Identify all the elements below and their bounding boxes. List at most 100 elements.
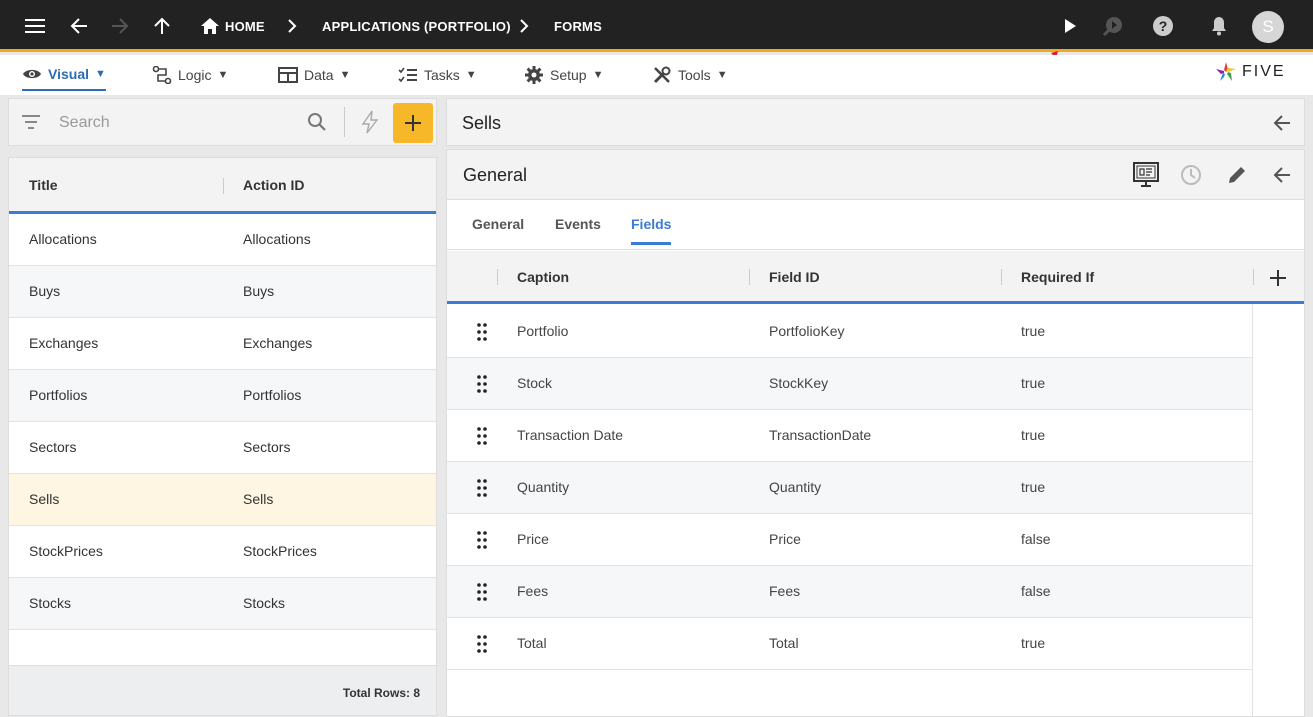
tab-events[interactable]: Events bbox=[555, 216, 601, 232]
menu-tasks[interactable]: Tasks ▼ bbox=[398, 61, 477, 89]
tab-general[interactable]: General bbox=[472, 216, 524, 232]
field-required-if: true bbox=[1021, 635, 1046, 651]
field-required-if: true bbox=[1021, 479, 1046, 495]
column-header-field-id[interactable]: Field ID bbox=[769, 269, 820, 285]
add-field-plus-icon[interactable] bbox=[1270, 270, 1286, 286]
tab-fields[interactable]: Fields bbox=[631, 216, 672, 245]
caret-down-icon: ▼ bbox=[592, 69, 604, 81]
row-action-id: Portfolios bbox=[243, 387, 302, 403]
debug-icon[interactable] bbox=[1101, 14, 1125, 38]
field-required-if: true bbox=[1021, 375, 1046, 391]
drag-handle-icon[interactable] bbox=[477, 479, 487, 497]
field-caption: Price bbox=[517, 531, 549, 547]
list-row[interactable]: Stocks Stocks bbox=[9, 578, 436, 630]
row-title: Buys bbox=[29, 283, 61, 299]
lightning-icon[interactable] bbox=[360, 110, 380, 134]
field-id: Fees bbox=[769, 583, 801, 599]
row-title: Portfolios bbox=[29, 387, 88, 403]
field-required-if: true bbox=[1021, 323, 1046, 339]
menu-tools[interactable]: Tools ▼ bbox=[652, 61, 728, 89]
list-header: Title Action ID bbox=[9, 158, 436, 214]
breadcrumb-forms[interactable]: FORMS bbox=[554, 19, 602, 34]
history-clock-icon[interactable] bbox=[1180, 164, 1202, 186]
notifications-bell-icon[interactable] bbox=[1207, 14, 1231, 38]
user-avatar[interactable]: S bbox=[1252, 11, 1284, 43]
list-row[interactable]: Allocations Allocations bbox=[9, 214, 436, 266]
column-header-caption[interactable]: Caption bbox=[517, 269, 569, 285]
drag-handle-icon[interactable] bbox=[477, 583, 487, 601]
search-bar bbox=[8, 98, 437, 146]
field-row[interactable]: Quantity Quantity true bbox=[447, 462, 1252, 514]
field-row[interactable]: Price Price false bbox=[447, 514, 1252, 566]
row-title: StockPrices bbox=[29, 543, 103, 559]
list-row[interactable]: StockPrices StockPrices bbox=[9, 526, 436, 578]
list-row[interactable]: Portfolios Portfolios bbox=[9, 370, 436, 422]
menu-logic-label: Logic bbox=[178, 67, 212, 83]
search-icon[interactable] bbox=[307, 112, 327, 132]
form-tabs: General Events Fields bbox=[447, 200, 1304, 250]
menu-setup[interactable]: Setup ▼ bbox=[524, 61, 603, 89]
row-action-id: Exchanges bbox=[243, 335, 313, 351]
drag-handle-icon[interactable] bbox=[477, 427, 487, 445]
back-arrow-icon[interactable] bbox=[1273, 166, 1291, 184]
hamburger-menu-icon[interactable] bbox=[23, 14, 47, 38]
row-title: Stocks bbox=[29, 595, 72, 611]
home-icon[interactable] bbox=[198, 14, 222, 38]
add-button[interactable] bbox=[393, 103, 433, 143]
list-footer: Total Rows: 8 bbox=[9, 665, 436, 715]
list-row-selected[interactable]: Sells Sells bbox=[9, 474, 436, 526]
forward-arrow-icon[interactable] bbox=[108, 14, 132, 38]
field-required-if: false bbox=[1021, 531, 1051, 547]
chevron-right-icon bbox=[520, 19, 529, 33]
menu-visual[interactable]: Visual ▼ bbox=[22, 61, 106, 91]
field-id: Total bbox=[769, 635, 799, 651]
column-header-title[interactable]: Title bbox=[29, 177, 58, 193]
drag-handle-icon[interactable] bbox=[477, 635, 487, 653]
field-row[interactable]: Total Total true bbox=[447, 618, 1252, 670]
caret-down-icon: ▼ bbox=[465, 69, 477, 81]
back-arrow-icon[interactable] bbox=[1273, 114, 1291, 132]
drag-handle-icon[interactable] bbox=[477, 375, 487, 393]
filter-icon[interactable] bbox=[22, 115, 40, 129]
column-header-action-id[interactable]: Action ID bbox=[243, 177, 304, 193]
tools-icon bbox=[653, 66, 671, 84]
row-title: Allocations bbox=[29, 231, 97, 247]
field-id: TransactionDate bbox=[769, 427, 872, 443]
field-row[interactable]: Transaction Date TransactionDate true bbox=[447, 410, 1252, 462]
menu-data-label: Data bbox=[304, 67, 334, 83]
field-row[interactable]: Stock StockKey true bbox=[447, 358, 1252, 410]
run-play-icon[interactable] bbox=[1058, 14, 1082, 38]
list-row[interactable]: Sectors Sectors bbox=[9, 422, 436, 474]
menu-logic[interactable]: Logic ▼ bbox=[152, 61, 228, 89]
list-row[interactable]: Exchanges Exchanges bbox=[9, 318, 436, 370]
breadcrumb-applications[interactable]: APPLICATIONS (PORTFOLIO) bbox=[322, 19, 511, 34]
drag-handle-icon[interactable] bbox=[477, 531, 487, 549]
drag-handle-icon[interactable] bbox=[477, 323, 487, 341]
back-arrow-icon[interactable] bbox=[67, 14, 91, 38]
menu-setup-label: Setup bbox=[550, 67, 587, 83]
top-bar: HOME APPLICATIONS (PORTFOLIO) FORMS ? S bbox=[0, 0, 1313, 52]
field-row[interactable]: Fees Fees false bbox=[447, 566, 1252, 618]
up-arrow-icon[interactable] bbox=[150, 14, 174, 38]
field-row[interactable]: Portfolio PortfolioKey true bbox=[447, 306, 1252, 358]
checklist-icon bbox=[398, 67, 417, 83]
field-id: PortfolioKey bbox=[769, 323, 845, 339]
chevron-right-icon bbox=[288, 19, 297, 33]
menu-bar: Visual ▼ Logic ▼ Data ▼ Tasks ▼ Setup ▼ … bbox=[0, 55, 1313, 95]
list-row[interactable]: Buys Buys bbox=[9, 266, 436, 318]
form-designer-icon[interactable] bbox=[1133, 162, 1159, 188]
field-caption: Transaction Date bbox=[517, 427, 624, 443]
column-header-required-if[interactable]: Required If bbox=[1021, 269, 1094, 285]
breadcrumb-home[interactable]: HOME bbox=[225, 19, 265, 34]
help-icon[interactable]: ? bbox=[1151, 14, 1175, 38]
search-input[interactable] bbox=[59, 111, 299, 135]
menu-data[interactable]: Data ▼ bbox=[278, 61, 350, 89]
caret-down-icon: ▼ bbox=[716, 69, 728, 81]
field-required-if: false bbox=[1021, 583, 1051, 599]
field-caption: Total bbox=[517, 635, 547, 651]
grid-right-divider bbox=[1252, 304, 1253, 717]
row-title: Sectors bbox=[29, 439, 77, 455]
table-icon bbox=[278, 67, 298, 83]
edit-pencil-icon[interactable] bbox=[1227, 165, 1247, 185]
menu-tasks-label: Tasks bbox=[424, 67, 460, 83]
